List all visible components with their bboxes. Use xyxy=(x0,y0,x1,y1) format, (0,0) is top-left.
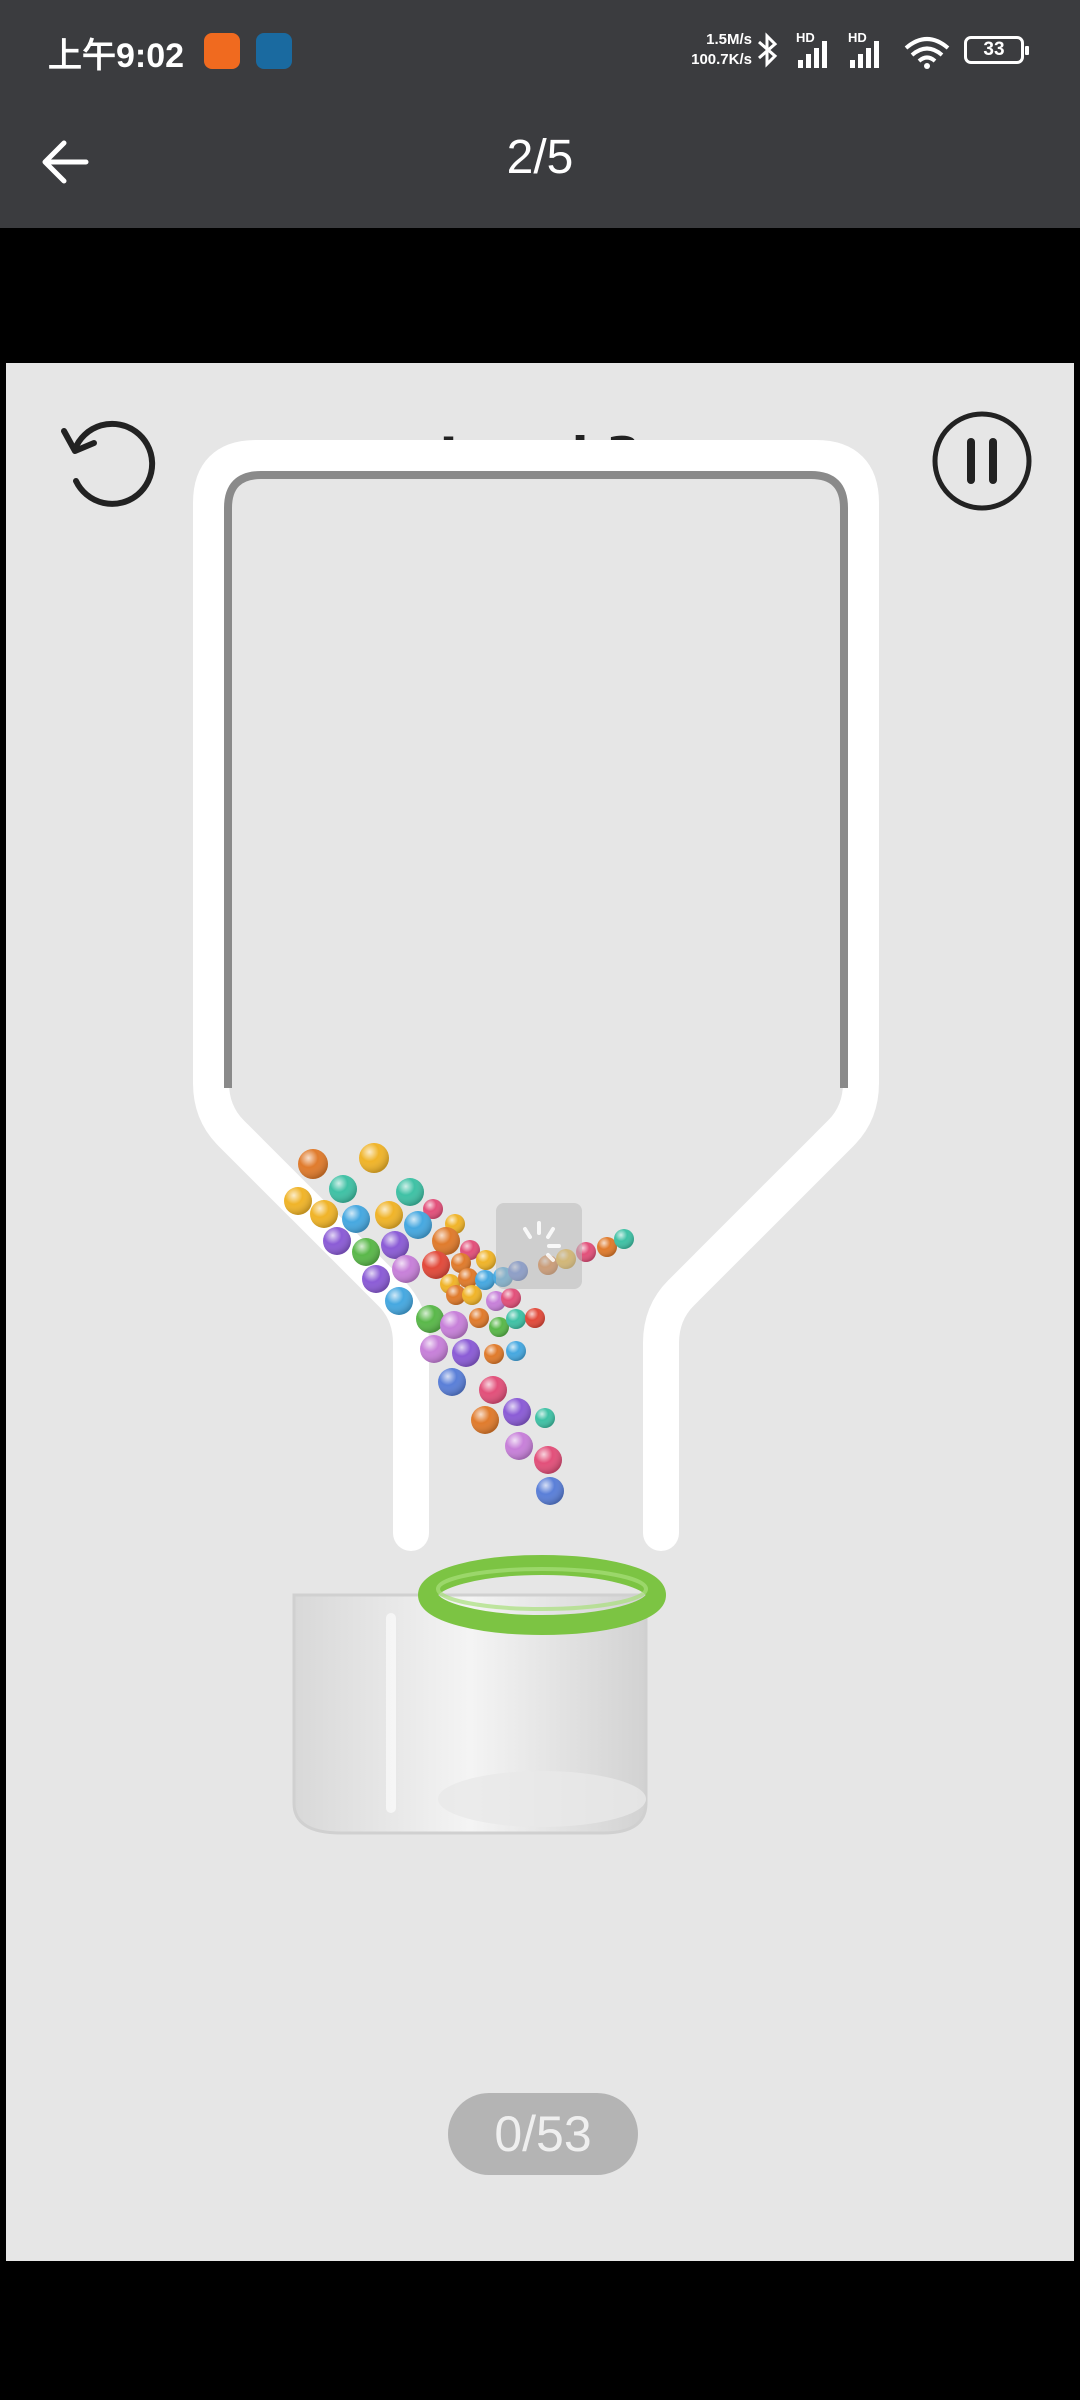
ball xyxy=(416,1305,444,1333)
notification-app-icon xyxy=(204,33,240,69)
ball xyxy=(420,1335,448,1363)
ball xyxy=(535,1408,555,1428)
signal-icon: HD xyxy=(848,30,879,68)
ball xyxy=(385,1287,413,1315)
ball xyxy=(489,1317,509,1337)
ball xyxy=(469,1308,489,1328)
ball xyxy=(440,1311,468,1339)
ball xyxy=(362,1265,390,1293)
ball xyxy=(476,1250,496,1270)
game-scene xyxy=(193,440,879,1835)
ball xyxy=(359,1143,389,1173)
battery-icon: 33 xyxy=(964,36,1029,64)
ball xyxy=(505,1432,533,1460)
net-speed-down: 1.5M/s xyxy=(706,31,752,48)
ball xyxy=(503,1398,531,1426)
progress-counter: 0/53 xyxy=(448,2093,638,2175)
ball xyxy=(284,1187,312,1215)
status-time: 上午9:02 xyxy=(48,37,185,75)
funnel-container xyxy=(193,440,879,1551)
loading-spinner-icon xyxy=(496,1203,582,1289)
status-bar: 上午9:02 1.5M/s 100.7K/s HD HD 33 xyxy=(0,0,1080,100)
ball xyxy=(298,1149,328,1179)
ball xyxy=(352,1238,380,1266)
signal-icon: HD xyxy=(796,30,827,68)
ball xyxy=(375,1201,403,1229)
ball xyxy=(310,1200,338,1228)
bluetooth-icon xyxy=(758,32,778,68)
ball xyxy=(501,1288,521,1308)
ball xyxy=(462,1285,482,1305)
battery-level: 33 xyxy=(983,39,1005,60)
page-counter: 2/5 xyxy=(506,131,574,184)
ball xyxy=(479,1376,507,1404)
ball xyxy=(323,1227,351,1255)
ball xyxy=(614,1229,634,1249)
ball xyxy=(438,1368,466,1396)
ball xyxy=(525,1308,545,1328)
collection-cup xyxy=(292,1555,666,1835)
balls-cluster xyxy=(284,1143,634,1505)
game-area[interactable]: Level 3 0/53 xyxy=(6,363,1074,2261)
ball xyxy=(452,1339,480,1367)
ball xyxy=(392,1255,420,1283)
ball xyxy=(329,1175,357,1203)
ball xyxy=(396,1178,424,1206)
signal-2-label: HD xyxy=(848,30,867,45)
ball xyxy=(534,1446,562,1474)
wifi-icon xyxy=(904,37,950,69)
ball xyxy=(404,1211,432,1239)
net-speed-up: 100.7K/s xyxy=(691,51,752,68)
ball xyxy=(471,1406,499,1434)
signal-1-label: HD xyxy=(796,30,815,45)
network-speed: 1.5M/s 100.7K/s xyxy=(682,30,752,70)
ball xyxy=(342,1205,370,1233)
ball xyxy=(484,1344,504,1364)
ball xyxy=(432,1227,460,1255)
ball xyxy=(597,1237,617,1257)
title-bar: 2/5 xyxy=(0,100,1080,228)
ball xyxy=(422,1251,450,1279)
ball xyxy=(506,1341,526,1361)
ball xyxy=(506,1309,526,1329)
ball xyxy=(381,1231,409,1259)
ball xyxy=(458,1268,478,1288)
notification-app-icon xyxy=(256,33,292,69)
ball xyxy=(536,1477,564,1505)
